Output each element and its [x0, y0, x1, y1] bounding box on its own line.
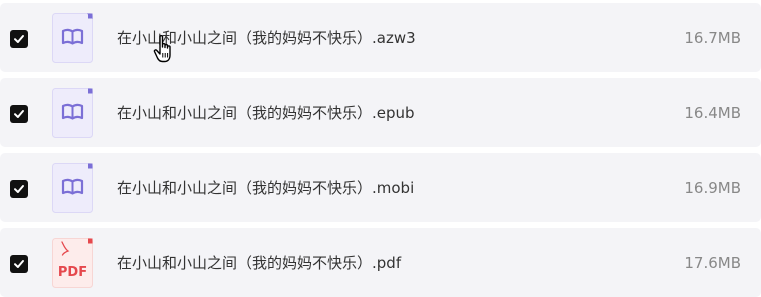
file-checkbox[interactable]	[10, 30, 28, 48]
file-name[interactable]: 在小山和小山之间（我的妈妈不快乐）.epub	[117, 103, 415, 123]
file-size: 16.4MB	[684, 104, 741, 122]
file-size: 16.9MB	[684, 179, 741, 197]
hand-cursor-icon	[153, 34, 171, 63]
file-checkbox[interactable]	[10, 255, 28, 273]
file-row-mobi[interactable]: 在小山和小山之间（我的妈妈不快乐）.mobi 16.9MB	[0, 153, 761, 222]
file-name[interactable]: 在小山和小山之间（我的妈妈不快乐）.pdf	[117, 253, 401, 273]
checkmark-icon	[14, 185, 24, 193]
pdf-icon: PDF	[52, 238, 93, 288]
pdf-icon-label: PDF	[58, 265, 87, 280]
file-checkbox[interactable]	[10, 180, 28, 198]
book-icon	[52, 13, 93, 63]
file-list: 在小山和小山之间（我的妈妈不快乐）.azw3 16.7MB 在小山和小山之间（我…	[0, 0, 761, 297]
file-size: 16.7MB	[684, 29, 741, 47]
checkmark-icon	[14, 260, 24, 268]
file-checkbox[interactable]	[10, 105, 28, 123]
file-size: 17.6MB	[684, 254, 741, 272]
file-name[interactable]: 在小山和小山之间（我的妈妈不快乐）.mobi	[117, 178, 414, 198]
file-row-azw3[interactable]: 在小山和小山之间（我的妈妈不快乐）.azw3 16.7MB	[0, 3, 761, 72]
book-icon	[52, 163, 93, 213]
file-row-pdf[interactable]: PDF 在小山和小山之间（我的妈妈不快乐）.pdf 17.6MB	[0, 228, 761, 297]
checkmark-icon	[14, 110, 24, 118]
book-icon	[52, 88, 93, 138]
file-row-epub[interactable]: 在小山和小山之间（我的妈妈不快乐）.epub 16.4MB	[0, 78, 761, 147]
checkmark-icon	[14, 35, 24, 43]
